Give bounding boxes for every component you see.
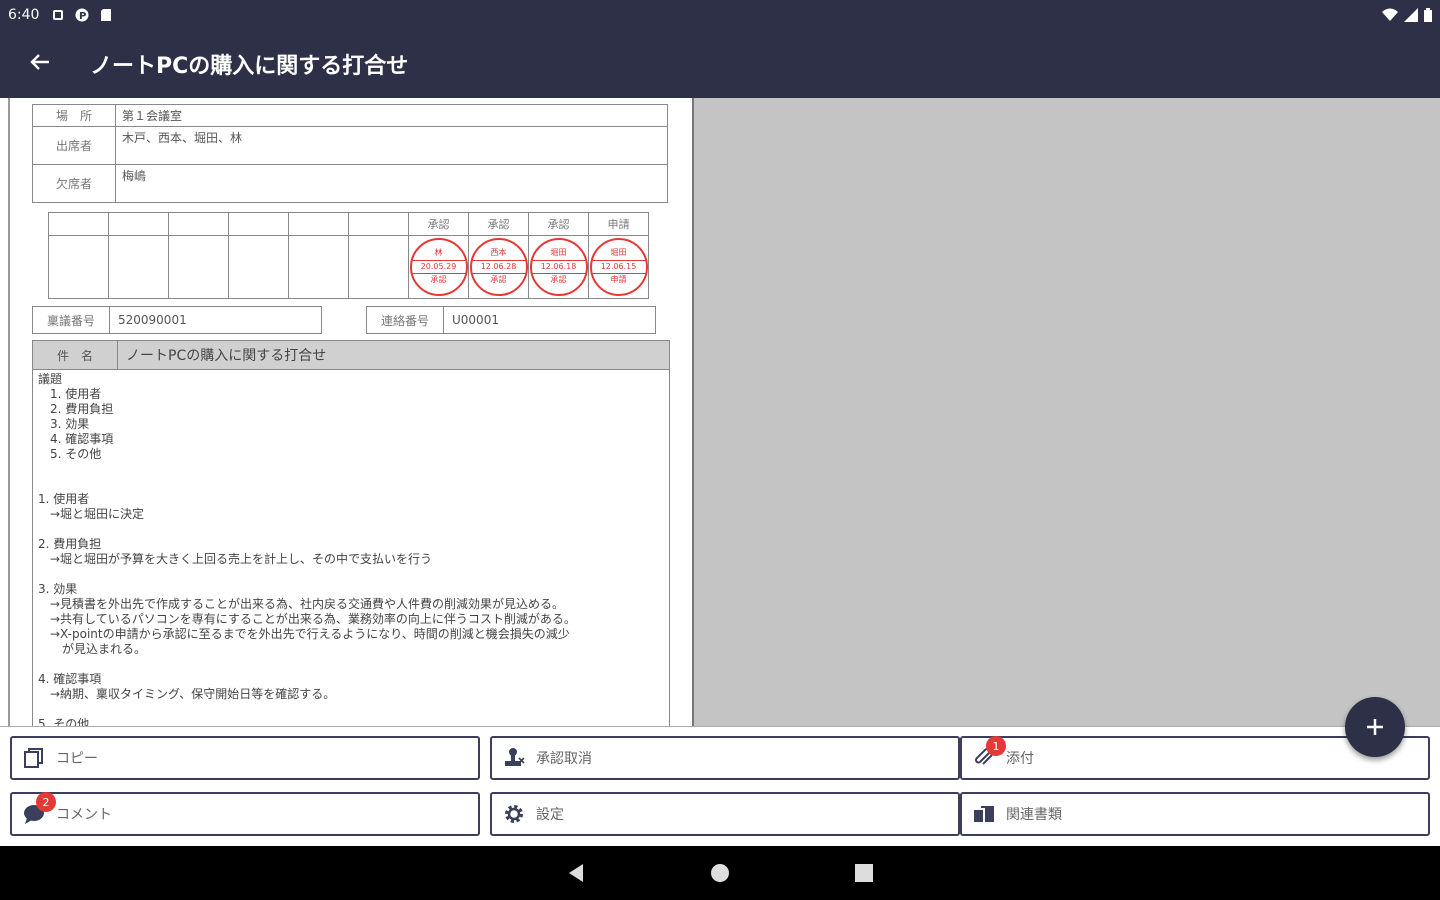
stamp-cell: 林 20.05.29 承認 — [408, 235, 469, 299]
stamp-cell — [48, 235, 109, 299]
seal-status: 承認 — [490, 275, 507, 285]
comment-label: コメント — [56, 807, 112, 823]
approval-seal: 林 20.05.29 承認 — [409, 238, 468, 296]
seal-status: 承認 — [430, 275, 447, 285]
contact-number-box: 連絡番号 U00001 — [366, 306, 656, 334]
subject-value: ノートPCの購入に関する打合せ — [126, 348, 327, 364]
stamp-header — [108, 212, 169, 236]
stamp-cell — [228, 235, 289, 299]
document-edge — [8, 98, 10, 726]
stamp-header — [288, 212, 349, 236]
status-time: 6:40 — [8, 7, 40, 23]
empty-panel — [694, 98, 1440, 726]
attendees-label: 出席者 — [32, 126, 116, 165]
stamp-cell: 西本 12.06.28 承認 — [468, 235, 529, 299]
document-body-text: 議題 1. 使用者 2. 費用負担 3. 効果 4. 確認事項 5. その他 1… — [38, 372, 576, 726]
seal-date: 20.05.29 — [411, 261, 466, 275]
seal-name: 堀田 — [591, 247, 646, 261]
app-bar: ノートPCの購入に関する打合せ — [0, 30, 1440, 98]
status-bar: 6:40 P — [0, 0, 1440, 30]
stamp-header — [168, 212, 229, 236]
related-docs-button[interactable]: 関連書類 — [960, 792, 1430, 836]
subject-label: 件 名 — [33, 341, 118, 369]
back-button[interactable] — [20, 44, 60, 84]
settings-label: 設定 — [536, 807, 564, 823]
copy-button[interactable]: コピー — [10, 736, 480, 780]
stamp-header — [228, 212, 289, 236]
decision-number-label: 稟議番号 — [33, 307, 110, 333]
seal-status: 申請 — [610, 275, 627, 285]
app-p-icon: P — [75, 8, 89, 22]
approval-stamp-table: 承認 承認 承認 申請 林 20.05.29 承認 西本 12.06.28 承認… — [48, 212, 649, 299]
attendees-value: 木戸、西本、堀田、林 — [115, 126, 668, 165]
stamp-cell — [168, 235, 229, 299]
absentees-label: 欠席者 — [32, 164, 116, 203]
wifi-icon — [1382, 7, 1398, 26]
stamp-header — [348, 212, 409, 236]
place-label: 場 所 — [32, 104, 116, 127]
subject-row: 件 名 ノートPCの購入に関する打合せ — [32, 340, 670, 370]
stamp-cell — [348, 235, 409, 299]
notification-icon — [51, 8, 65, 22]
contact-number-label: 連絡番号 — [367, 307, 444, 333]
related-documents-icon — [972, 802, 996, 826]
seal-date: 12.06.15 — [591, 261, 646, 275]
stamp-cell — [108, 235, 169, 299]
copy-icon — [22, 746, 46, 770]
attach-count-badge: 1 — [986, 736, 1006, 756]
system-navigation-bar — [0, 846, 1440, 900]
stamp-cell: 堀田 12.06.18 承認 — [528, 235, 589, 299]
stamp-header: 申請 — [588, 212, 649, 236]
document-preview[interactable]: 場 所 第１会議室 出席者 木戸、西本、堀田、林 欠席者 梅嶋 承認 承認 承認… — [0, 98, 694, 726]
contact-number-value: U00001 — [452, 313, 499, 327]
gear-icon — [502, 802, 526, 826]
comment-count-badge: 2 — [36, 792, 56, 812]
nav-home-icon[interactable] — [708, 861, 732, 885]
stamp-header: 承認 — [468, 212, 529, 236]
seal-name: 西本 — [471, 247, 526, 261]
nav-back-icon[interactable] — [564, 861, 588, 885]
absentees-value: 梅嶋 — [115, 164, 668, 203]
meeting-info-table: 場 所 第１会議室 出席者 木戸、西本、堀田、林 欠席者 梅嶋 — [32, 104, 668, 203]
application-seal: 堀田 12.06.15 申請 — [589, 238, 648, 296]
copy-label: コピー — [56, 751, 98, 767]
seal-name: 堀田 — [531, 247, 586, 261]
approval-seal: 西本 12.06.28 承認 — [469, 238, 528, 296]
place-value: 第１会議室 — [115, 104, 668, 127]
decision-number-box: 稟議番号 520090001 — [32, 306, 322, 334]
decision-number-value: 520090001 — [118, 313, 187, 327]
attach-label: 添付 — [1006, 751, 1034, 767]
seal-status: 承認 — [550, 275, 567, 285]
chat-bubble-icon: 2 — [22, 792, 56, 826]
approval-seal: 堀田 12.06.18 承認 — [529, 238, 588, 296]
action-panel: コピー 承認取消 1 添付 2 コメント 設定 関連書類 — [0, 726, 1440, 847]
approval-cancel-label: 承認取消 — [536, 751, 592, 767]
stamp-header: 承認 — [528, 212, 589, 236]
svg-text:P: P — [79, 11, 86, 22]
stamp-header: 承認 — [408, 212, 469, 236]
paperclip-icon: 1 — [972, 736, 1006, 770]
seal-date: 12.06.18 — [531, 261, 586, 275]
add-fab-button[interactable] — [1345, 697, 1405, 757]
stamp-icon — [502, 746, 526, 770]
nav-recents-icon[interactable] — [852, 861, 876, 885]
seal-name: 林 — [411, 247, 466, 261]
settings-button[interactable]: 設定 — [490, 792, 960, 836]
comment-button[interactable]: 2 コメント — [10, 792, 480, 836]
battery-icon — [1424, 7, 1432, 26]
page-title: ノートPCの購入に関する打合せ — [90, 54, 409, 79]
signal-icon — [1404, 7, 1418, 26]
stamp-header — [48, 212, 109, 236]
related-docs-label: 関連書類 — [1006, 807, 1062, 823]
stamp-cell — [288, 235, 349, 299]
seal-date: 12.06.28 — [471, 261, 526, 275]
sd-card-icon — [99, 8, 113, 22]
plus-icon — [1365, 710, 1385, 745]
arrow-left-icon — [29, 51, 51, 77]
approval-cancel-button[interactable]: 承認取消 — [490, 736, 960, 780]
stamp-cell: 堀田 12.06.15 申請 — [588, 235, 649, 299]
